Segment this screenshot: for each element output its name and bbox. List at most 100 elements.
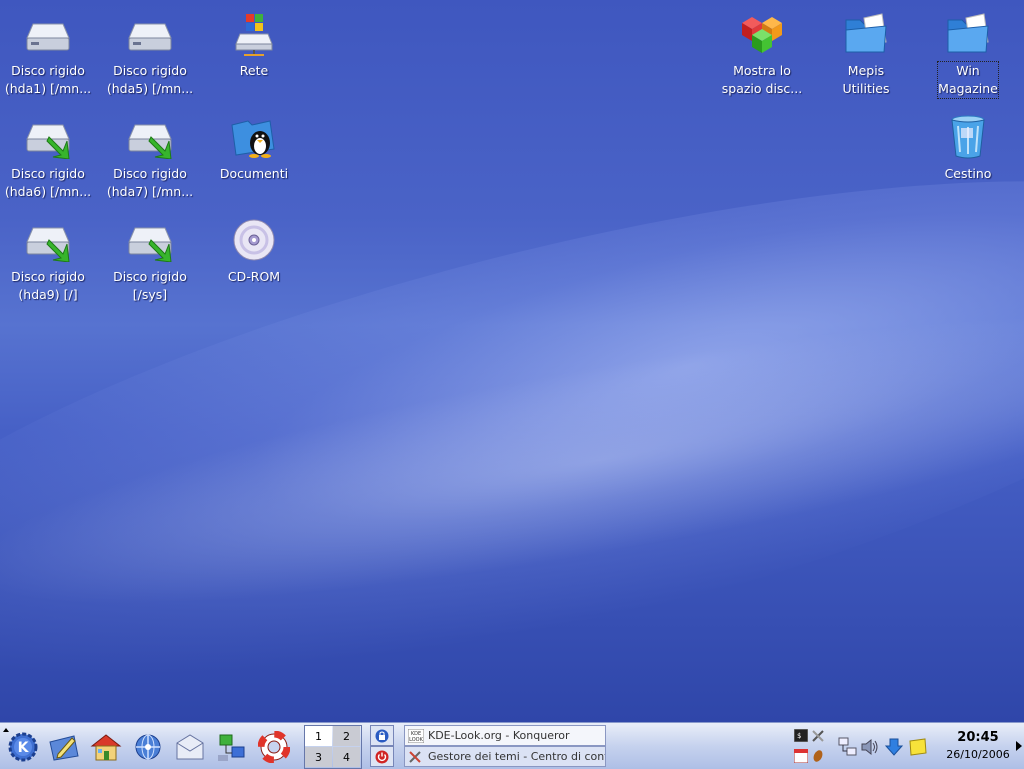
- icon-label: (hda5) [/mn...: [106, 81, 194, 96]
- network-status-icon: [838, 737, 857, 756]
- pager-desktop-3[interactable]: 3: [305, 747, 332, 767]
- desktop-icon-documents[interactable]: Documenti: [206, 113, 302, 183]
- kde-menu-button[interactable]: K: [6, 730, 40, 764]
- icon-label: Win: [956, 63, 980, 78]
- pen-desk-icon: [49, 735, 79, 761]
- icon-label: Utilities: [842, 81, 890, 96]
- mounted-drive-icon: [24, 216, 72, 264]
- taskbar-task-control-center[interactable]: Gestore dei temi - Centro di controllo: [404, 746, 606, 767]
- coffee-bean-icon: [813, 750, 823, 762]
- mounted-drive-icon: [126, 216, 174, 264]
- lifebuoy-icon: [258, 731, 290, 763]
- terminal-icon: $: [793, 728, 809, 743]
- folder-icon: [944, 10, 992, 58]
- clock[interactable]: 20:45 26/10/2006: [942, 725, 1014, 767]
- lock-icon: [375, 729, 389, 742]
- icon-label: Cestino: [944, 166, 992, 181]
- download-arrow-icon: [884, 738, 904, 756]
- trash-icon: [944, 113, 992, 161]
- pager-desktop-1[interactable]: 1: [305, 726, 332, 746]
- network-icon: [230, 10, 278, 58]
- cubes-icon: [738, 10, 786, 58]
- icon-label: (hda7) [/mn...: [106, 184, 194, 199]
- icon-label: Disco rigido: [11, 166, 85, 181]
- icon-label: Documenti: [219, 166, 289, 181]
- panel-expand-arrow-icon[interactable]: [1014, 737, 1024, 755]
- icon-label: Disco rigido: [113, 166, 187, 181]
- svg-text:$: $: [797, 732, 801, 740]
- desktop-icon-mepis-utilities[interactable]: Mepis Utilities: [818, 10, 914, 98]
- power-icon: [375, 750, 389, 763]
- tray-coffee[interactable]: [811, 749, 825, 766]
- home-folder-icon: [230, 113, 278, 161]
- tray-network[interactable]: [838, 737, 858, 760]
- launcher-help[interactable]: [257, 730, 291, 764]
- icon-label: Disco rigido: [11, 63, 85, 78]
- hard-drive-icon: [126, 10, 174, 58]
- icon-label: (hda1) [/mn...: [4, 81, 92, 96]
- icon-label: Disco rigido: [113, 63, 187, 78]
- calendar-icon: [793, 748, 809, 764]
- sticky-note-icon: [909, 738, 927, 756]
- desktop-icon-disk-usage[interactable]: Mostra lo spazio disc...: [714, 10, 810, 98]
- icon-label: (hda6) [/mn...: [4, 184, 92, 199]
- logout-button[interactable]: [370, 746, 394, 767]
- icon-label: Disco rigido: [11, 269, 85, 284]
- launcher-mail[interactable]: [173, 730, 207, 764]
- icon-label: Disco rigido: [113, 269, 187, 284]
- icon-label: spazio disc...: [721, 81, 803, 96]
- desktop-icon-trash[interactable]: Cestino: [920, 113, 1016, 183]
- launcher-home[interactable]: [89, 730, 123, 764]
- icon-label: Mostra lo: [733, 63, 791, 78]
- launcher-browser[interactable]: [131, 730, 165, 764]
- kde-look-icon: KDELOOK: [408, 728, 424, 743]
- desktop-icon-hda9[interactable]: Disco rigido (hda9) [/]: [0, 216, 96, 304]
- desktop-icon-hda5[interactable]: Disco rigido (hda5) [/mn...: [102, 10, 198, 98]
- mail-icon: [176, 734, 204, 760]
- hard-drive-icon: [24, 10, 72, 58]
- desktop-icon-hda6[interactable]: Disco rigido (hda6) [/mn...: [0, 113, 96, 201]
- tray-updates[interactable]: [884, 737, 904, 760]
- wrench-icon: [812, 730, 824, 742]
- launcher-editor[interactable]: [47, 730, 81, 764]
- tray-konsole[interactable]: $: [793, 728, 809, 745]
- task-label: Gestore dei temi - Centro di controllo: [428, 750, 605, 763]
- desktop-pager: 1 2 3 4: [304, 725, 362, 769]
- desktop-icon-sys[interactable]: Disco rigido [/sys]: [102, 216, 198, 304]
- tray-tools[interactable]: [811, 729, 825, 746]
- kde-gear-icon: K: [8, 732, 38, 762]
- desktop-icon-win-magazine[interactable]: Win Magazine: [920, 10, 1016, 99]
- desktop-icon-cdrom[interactable]: CD-ROM: [206, 216, 302, 286]
- launcher-network[interactable]: [215, 730, 249, 764]
- desktop-icon-hda1[interactable]: Disco rigido (hda1) [/mn...: [0, 10, 96, 98]
- task-label: KDE-Look.org - Konqueror: [428, 729, 570, 742]
- svg-text:LOOK: LOOK: [409, 737, 423, 743]
- icon-label: [/sys]: [132, 287, 168, 302]
- taskbar-task-konqueror[interactable]: KDE LOOK KDE-Look.org - Konqueror: [404, 725, 606, 746]
- folder-icon: [842, 10, 890, 58]
- pager-desktop-2[interactable]: 2: [333, 726, 360, 746]
- icon-label: CD-ROM: [227, 269, 281, 284]
- svg-text:K: K: [18, 740, 30, 756]
- taskbar: K 1 2 3 4 KDE LOOK KDE-Look.org - Konquer…: [0, 722, 1024, 769]
- tray-notes[interactable]: [908, 737, 928, 760]
- tools-icon: [409, 750, 421, 763]
- icon-label: (hda9) [/]: [18, 287, 78, 302]
- icon-label: Mepis: [847, 63, 885, 78]
- clock-date: 26/10/2006: [946, 748, 1010, 761]
- tray-calendar[interactable]: [793, 748, 809, 766]
- desktop-icon-network[interactable]: Rete: [206, 10, 302, 80]
- network-computers-icon: [218, 734, 245, 761]
- speaker-icon: [861, 738, 878, 756]
- desktop-icon-hda7[interactable]: Disco rigido (hda7) [/mn...: [102, 113, 198, 201]
- mounted-drive-icon: [24, 113, 72, 161]
- pager-desktop-4[interactable]: 4: [333, 747, 360, 767]
- lock-screen-button[interactable]: [370, 725, 394, 746]
- desktop: Disco rigido (hda1) [/mn... Disco rigido (…: [0, 0, 1024, 722]
- konqueror-globe-icon: [135, 734, 161, 760]
- tray-volume[interactable]: [860, 737, 880, 760]
- clock-time: 20:45: [957, 730, 999, 745]
- mounted-drive-icon: [126, 113, 174, 161]
- home-icon: [90, 734, 122, 761]
- cd-rom-icon: [230, 216, 278, 264]
